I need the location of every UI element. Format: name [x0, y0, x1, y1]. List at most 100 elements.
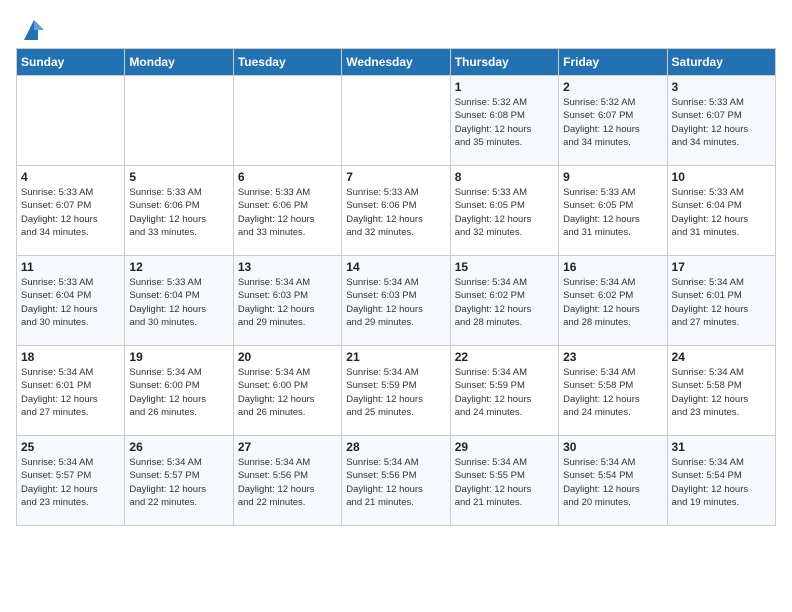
- day-info: Sunrise: 5:33 AMSunset: 6:04 PMDaylight:…: [672, 186, 771, 239]
- calendar-week-row: 4 Sunrise: 5:33 AMSunset: 6:07 PMDaylight…: [17, 166, 776, 256]
- day-info: Sunrise: 5:34 AMSunset: 5:54 PMDaylight:…: [672, 456, 771, 509]
- calendar-cell: 6Sunrise: 5:33 AMSunset: 6:06 PMDaylight…: [233, 166, 341, 256]
- calendar-week-row: 1 Sunrise: 5:32 AMSunset: 6:08 PMDaylight…: [17, 76, 776, 166]
- day-info: Sunrise: 5:34 AMSunset: 6:03 PMDaylight:…: [346, 276, 445, 329]
- day-info: Sunrise: 5:34 AMSunset: 5:58 PMDaylight:…: [563, 366, 662, 419]
- day-number: 22: [455, 350, 554, 364]
- day-info: Sunrise: 5:33 AMSunset: 6:07 PMDaylight:…: [21, 186, 120, 239]
- day-info: Sunrise: 5:34 AMSunset: 5:55 PMDaylight:…: [455, 456, 554, 509]
- calendar-cell: 21 Sunrise: 5:34 AMSunset: 5:59 PMDayligh…: [342, 346, 450, 436]
- calendar-cell: 28 Sunrise: 5:34 AMSunset: 5:56 PMDayligh…: [342, 436, 450, 526]
- calendar-cell: 26 Sunrise: 5:34 AMSunset: 5:57 PMDayligh…: [125, 436, 233, 526]
- day-number: 10: [672, 170, 771, 184]
- day-info: Sunrise: 5:34 AMSunset: 5:56 PMDaylight:…: [238, 456, 337, 509]
- day-number: 7: [346, 170, 445, 184]
- day-info: Sunrise: 5:33 AMSunset: 6:04 PMDaylight:…: [21, 276, 120, 329]
- calendar-cell: 1 Sunrise: 5:32 AMSunset: 6:08 PMDaylight…: [450, 76, 558, 166]
- day-info: Sunrise: 5:34 AMSunset: 6:00 PMDaylight:…: [238, 366, 337, 419]
- day-number: 16: [563, 260, 662, 274]
- calendar-cell: 18 Sunrise: 5:34 AMSunset: 6:01 PMDayligh…: [17, 346, 125, 436]
- day-info: Sunrise: 5:33 AMSunset: 6:04 PMDaylight:…: [129, 276, 228, 329]
- day-number: 30: [563, 440, 662, 454]
- day-info: Sunrise: 5:33 AMSunset: 6:05 PMDaylight:…: [455, 186, 554, 239]
- weekday-header-thursday: Thursday: [450, 49, 558, 76]
- day-info: Sunrise: 5:34 AMSunset: 5:59 PMDaylight:…: [455, 366, 554, 419]
- weekday-header-wednesday: Wednesday: [342, 49, 450, 76]
- day-number: 25: [21, 440, 120, 454]
- calendar-cell: 5 Sunrise: 5:33 AMSunset: 6:06 PMDaylight…: [125, 166, 233, 256]
- logo-icon: [20, 16, 48, 44]
- day-number: 26: [129, 440, 228, 454]
- day-number: 4: [21, 170, 120, 184]
- calendar-cell: [233, 76, 341, 166]
- day-info: Sunrise: 5:34 AMSunset: 6:01 PMDaylight:…: [672, 276, 771, 329]
- calendar-cell: 23 Sunrise: 5:34 AMSunset: 5:58 PMDayligh…: [559, 346, 667, 436]
- day-info: Sunrise: 5:34 AMSunset: 6:00 PMDaylight:…: [129, 366, 228, 419]
- logo: [16, 16, 48, 44]
- day-info: Sunrise: 5:34 AMSunset: 6:03 PMDaylight:…: [238, 276, 337, 329]
- day-info: Sunrise: 5:33 AMSunset: 6:05 PMDaylight:…: [563, 186, 662, 239]
- weekday-header-tuesday: Tuesday: [233, 49, 341, 76]
- calendar-cell: 9 Sunrise: 5:33 AMSunset: 6:05 PMDaylight…: [559, 166, 667, 256]
- day-number: 9: [563, 170, 662, 184]
- calendar-cell: 8 Sunrise: 5:33 AMSunset: 6:05 PMDaylight…: [450, 166, 558, 256]
- calendar-cell: 25Sunrise: 5:34 AMSunset: 5:57 PMDayligh…: [17, 436, 125, 526]
- calendar-cell: 10 Sunrise: 5:33 AMSunset: 6:04 PMDayligh…: [667, 166, 775, 256]
- day-number: 18: [21, 350, 120, 364]
- weekday-header-row: SundayMondayTuesdayWednesdayThursdayFrid…: [17, 49, 776, 76]
- day-info: Sunrise: 5:34 AMSunset: 5:59 PMDaylight:…: [346, 366, 445, 419]
- day-number: 23: [563, 350, 662, 364]
- day-number: 8: [455, 170, 554, 184]
- calendar-cell: 3 Sunrise: 5:33 AMSunset: 6:07 PMDaylight…: [667, 76, 775, 166]
- day-info: Sunrise: 5:34 AMSunset: 6:01 PMDaylight:…: [21, 366, 120, 419]
- day-info: Sunrise: 5:33 AMSunset: 6:06 PMDaylight:…: [129, 186, 228, 239]
- calendar-cell: 22 Sunrise: 5:34 AMSunset: 5:59 PMDayligh…: [450, 346, 558, 436]
- calendar-cell: 7Sunrise: 5:33 AMSunset: 6:06 PMDaylight…: [342, 166, 450, 256]
- calendar-cell: 13 Sunrise: 5:34 AMSunset: 6:03 PMDayligh…: [233, 256, 341, 346]
- day-number: 21: [346, 350, 445, 364]
- day-number: 17: [672, 260, 771, 274]
- day-number: 11: [21, 260, 120, 274]
- calendar-cell: 30Sunrise: 5:34 AMSunset: 5:54 PMDayligh…: [559, 436, 667, 526]
- calendar-cell: 31 Sunrise: 5:34 AMSunset: 5:54 PMDayligh…: [667, 436, 775, 526]
- day-info: Sunrise: 5:33 AMSunset: 6:07 PMDaylight:…: [672, 96, 771, 149]
- day-number: 19: [129, 350, 228, 364]
- day-info: Sunrise: 5:34 AMSunset: 6:02 PMDaylight:…: [563, 276, 662, 329]
- day-number: 15: [455, 260, 554, 274]
- calendar-week-row: 18 Sunrise: 5:34 AMSunset: 6:01 PMDayligh…: [17, 346, 776, 436]
- calendar-cell: [125, 76, 233, 166]
- day-number: 28: [346, 440, 445, 454]
- calendar-cell: 4 Sunrise: 5:33 AMSunset: 6:07 PMDaylight…: [17, 166, 125, 256]
- day-number: 3: [672, 80, 771, 94]
- day-number: 31: [672, 440, 771, 454]
- calendar-cell: [342, 76, 450, 166]
- calendar-cell: 14Sunrise: 5:34 AMSunset: 6:03 PMDayligh…: [342, 256, 450, 346]
- day-number: 13: [238, 260, 337, 274]
- calendar-cell: 16 Sunrise: 5:34 AMSunset: 6:02 PMDayligh…: [559, 256, 667, 346]
- calendar-week-row: 25 Sunrise: 5:34 AMSunset: 5:57 PMDayligh…: [17, 436, 776, 526]
- day-number: 2: [563, 80, 662, 94]
- calendar-cell: [17, 76, 125, 166]
- day-info: Sunrise: 5:34 AMSunset: 5:58 PMDaylight:…: [672, 366, 771, 419]
- day-number: 1: [455, 80, 554, 94]
- calendar-cell: 11 Sunrise: 5:33 AMSunset: 6:04 PMDayligh…: [17, 256, 125, 346]
- day-info: Sunrise: 5:32 AMSunset: 6:08 PMDaylight:…: [455, 96, 554, 149]
- day-info: Sunrise: 5:34 AMSunset: 5:56 PMDaylight:…: [346, 456, 445, 509]
- day-number: 5: [129, 170, 228, 184]
- day-number: 24: [672, 350, 771, 364]
- weekday-header-sunday: Sunday: [17, 49, 125, 76]
- calendar-cell: 2 Sunrise: 5:32 AMSunset: 6:07 PMDaylight…: [559, 76, 667, 166]
- calendar-cell: 12Sunrise: 5:33 AMSunset: 6:04 PMDayligh…: [125, 256, 233, 346]
- calendar-cell: 29Sunrise: 5:34 AMSunset: 5:55 PMDayligh…: [450, 436, 558, 526]
- calendar-cell: 24 Sunrise: 5:34 AMSunset: 5:58 PMDayligh…: [667, 346, 775, 436]
- day-number: 27: [238, 440, 337, 454]
- day-info: Sunrise: 5:32 AMSunset: 6:07 PMDaylight:…: [563, 96, 662, 149]
- day-info: Sunrise: 5:33 AMSunset: 6:06 PMDaylight:…: [238, 186, 337, 239]
- calendar-cell: 19 Sunrise: 5:34 AMSunset: 6:00 PMDayligh…: [125, 346, 233, 436]
- page-header: [16, 16, 776, 44]
- calendar-week-row: 11 Sunrise: 5:33 AMSunset: 6:04 PMDayligh…: [17, 256, 776, 346]
- day-info: Sunrise: 5:34 AMSunset: 5:57 PMDaylight:…: [129, 456, 228, 509]
- day-number: 20: [238, 350, 337, 364]
- calendar-cell: 20 Sunrise: 5:34 AMSunset: 6:00 PMDayligh…: [233, 346, 341, 436]
- calendar-cell: 27 Sunrise: 5:34 AMSunset: 5:56 PMDayligh…: [233, 436, 341, 526]
